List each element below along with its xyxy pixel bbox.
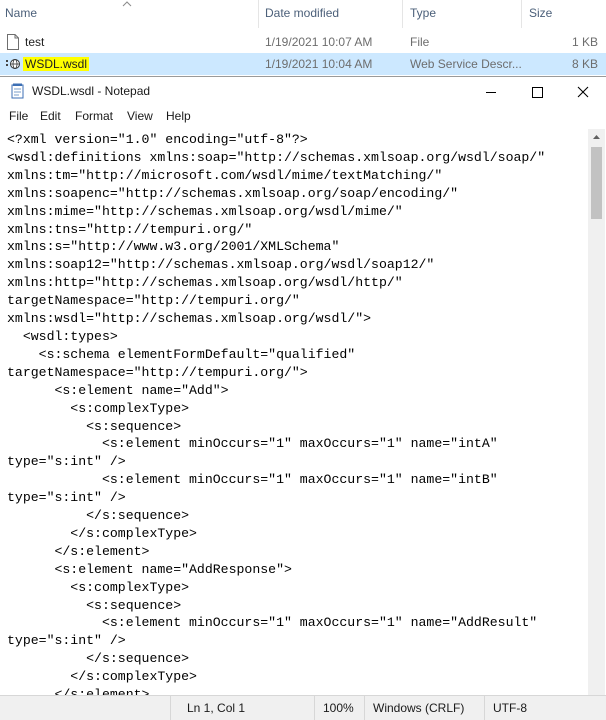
web-service-file-icon (6, 59, 20, 69)
status-divider (170, 696, 171, 720)
column-header-row: Name Date modified Type Size (0, 0, 606, 28)
column-divider[interactable] (402, 0, 403, 28)
scroll-up-arrow-icon[interactable] (588, 129, 605, 145)
column-header-name[interactable]: Name (5, 6, 37, 20)
file-date-modified: 1/19/2021 10:07 AM (265, 35, 373, 49)
status-divider (364, 696, 365, 720)
file-size: 8 KB (572, 57, 599, 71)
scrollbar-thumb[interactable] (591, 147, 602, 219)
minimize-icon (486, 92, 496, 93)
column-header-date-modified[interactable]: Date modified (265, 6, 339, 20)
menu-view[interactable]: View (127, 109, 153, 123)
status-divider (484, 696, 485, 720)
sort-ascending-icon (122, 1, 132, 7)
vertical-scrollbar[interactable] (588, 129, 605, 695)
file-icon (7, 34, 19, 50)
file-size: 1 KB (572, 35, 599, 49)
explorer-file-list: Name Date modified Type Size test 1/19/2… (0, 0, 606, 76)
window-title: WSDL.wsdl - Notepad (32, 84, 151, 98)
menu-file[interactable]: File (9, 109, 28, 123)
text-editor-area[interactable]: <?xml version="1.0" encoding="utf-8"?> <… (0, 129, 588, 695)
file-date-modified: 1/19/2021 10:04 AM (265, 57, 373, 71)
menu-format[interactable]: Format (75, 109, 113, 123)
notepad-app-icon (11, 83, 24, 99)
file-type: File (410, 35, 430, 49)
close-icon (577, 86, 589, 98)
file-type: Web Service Descr... (410, 57, 522, 71)
maximize-icon (532, 87, 543, 98)
status-bar: Ln 1, Col 1 100% Windows (CRLF) UTF-8 (0, 695, 606, 720)
menu-edit[interactable]: Edit (40, 109, 61, 123)
file-name: test (25, 35, 45, 49)
maximize-button[interactable] (514, 77, 560, 107)
file-row-wsdl[interactable]: WSDL.wsdl 1/19/2021 10:04 AM Web Service… (0, 53, 606, 75)
file-name: WSDL.wsdl (23, 57, 90, 71)
title-bar[interactable]: WSDL.wsdl - Notepad (0, 77, 606, 107)
minimize-button[interactable] (468, 77, 514, 107)
column-header-size[interactable]: Size (529, 6, 552, 20)
column-divider[interactable] (258, 0, 259, 28)
status-encoding: UTF-8 (493, 701, 527, 715)
menu-bar: File Edit Format View Help (0, 107, 606, 127)
document-text[interactable]: <?xml version="1.0" encoding="utf-8"?> <… (0, 129, 588, 695)
menu-help[interactable]: Help (166, 109, 191, 123)
close-button[interactable] (560, 77, 606, 107)
status-line-ending: Windows (CRLF) (373, 701, 465, 715)
status-divider (314, 696, 315, 720)
status-zoom-level: 100% (323, 701, 354, 715)
notepad-window: WSDL.wsdl - Notepad File Edit Format Vie… (0, 76, 606, 720)
status-cursor-position: Ln 1, Col 1 (187, 701, 246, 715)
column-divider[interactable] (521, 0, 522, 28)
column-header-type[interactable]: Type (410, 6, 436, 20)
file-row-test[interactable]: test 1/19/2021 10:07 AM File 1 KB (0, 31, 606, 53)
